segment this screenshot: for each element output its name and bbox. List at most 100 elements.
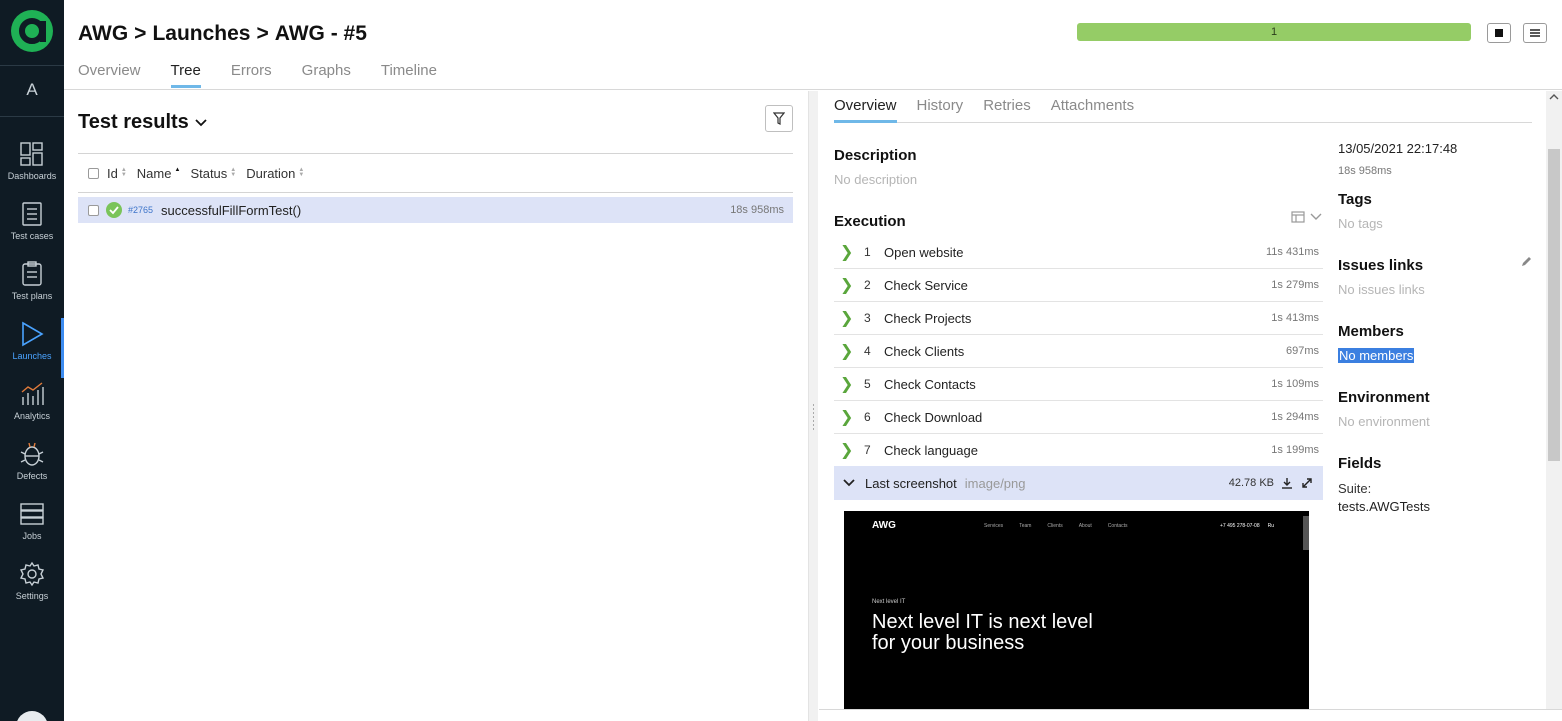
step-number: 1 (864, 245, 871, 259)
test-cases-icon (22, 202, 42, 226)
test-name[interactable]: successfulFillFormTest() (161, 203, 301, 218)
sidebar-item-test-plans[interactable]: Test plans (0, 260, 64, 320)
test-results-title[interactable]: Test results (78, 111, 207, 134)
suite-value: tests.AWGTests (1338, 499, 1430, 514)
row-checkbox[interactable] (88, 204, 99, 216)
screenshot-phone: +7 495 278-07-08 (1220, 523, 1260, 529)
execution-step[interactable]: ❯ 4 Check Clients 697ms (834, 335, 1323, 368)
panel-splitter[interactable] (808, 91, 818, 721)
sidebar-item-settings[interactable]: Settings (0, 560, 64, 620)
menu-icon (1530, 29, 1540, 37)
filter-icon (773, 112, 785, 125)
scroll-up-icon[interactable] (1549, 94, 1559, 100)
detail-tabs: Overview History Retries Attachments (834, 91, 1532, 123)
layout-toggle-icon[interactable] (1291, 211, 1305, 223)
jobs-icon (20, 503, 44, 525)
scrollbar-thumb[interactable] (1548, 149, 1560, 461)
tab-overview[interactable]: Overview (78, 62, 141, 88)
expand-icon[interactable] (1301, 477, 1313, 489)
breadcrumb-launches[interactable]: Launches (152, 22, 250, 46)
screenshot-kicker: Next level IT (872, 599, 906, 605)
table-row[interactable]: #2765 successfulFillFormTest() 18s 958ms (78, 197, 793, 223)
tab-retries[interactable]: Retries (983, 91, 1031, 123)
execution-step[interactable]: ❯ 1 Open website 11s 431ms (834, 236, 1323, 269)
sidebar-item-label: Dashboards (7, 171, 57, 181)
step-number: 4 (864, 344, 871, 358)
sidebar-item-label: Analytics (13, 411, 50, 421)
chevron-right-icon: ❯ (840, 376, 854, 393)
test-total-duration: 18s 958ms (1338, 165, 1392, 177)
screenshot-headline-line: Next level IT is next level (872, 611, 1093, 633)
sort-icon: ▲ ▼ (230, 167, 237, 178)
sidebar-item-jobs[interactable]: Jobs (0, 500, 64, 560)
step-name: Check Clients (884, 343, 965, 359)
execution-step[interactable]: ❯ 5 Check Contacts 1s 109ms (834, 368, 1323, 401)
launch-progress-bar: 1 (1077, 23, 1471, 41)
sidebar-item-label: Jobs (22, 531, 42, 541)
filter-button[interactable] (765, 105, 793, 132)
screenshot-preview[interactable]: AWG Services Team Clients About Contacts… (844, 511, 1309, 709)
execution-step[interactable]: ❯ 2 Check Service 1s 279ms (834, 269, 1323, 302)
column-name[interactable]: Name ▲ ▼ (137, 166, 181, 181)
step-duration: 1s 109ms (1271, 378, 1319, 390)
tab-tree[interactable]: Tree (170, 62, 201, 88)
execution-step[interactable]: ❯ 7 Check language 1s 199ms (834, 434, 1323, 467)
step-duration: 1s 199ms (1271, 444, 1319, 456)
suite-label: Suite: (1338, 481, 1372, 496)
sidebar-item-analytics[interactable]: Analytics (0, 380, 64, 440)
test-duration: 18s 958ms (730, 204, 784, 216)
tab-graphs[interactable]: Graphs (302, 62, 351, 88)
stop-button[interactable] (1487, 23, 1511, 43)
user-initial[interactable]: A (0, 80, 64, 100)
attachment-name: Last screenshot (865, 475, 957, 491)
members-title: Members (1338, 323, 1404, 340)
test-plans-icon (22, 261, 42, 286)
sidebar-item-launches[interactable]: Launches (0, 318, 64, 380)
tab-errors[interactable]: Errors (231, 62, 272, 88)
tab-timeline[interactable]: Timeline (381, 62, 437, 88)
bug-icon (20, 442, 44, 466)
column-id[interactable]: Id ▲ ▼ (107, 166, 127, 181)
tab-attachments[interactable]: Attachments (1051, 91, 1134, 123)
step-name: Open website (884, 244, 964, 260)
screenshot-headline-line: for your business (872, 632, 1025, 654)
column-status[interactable]: Status ▲ ▼ (190, 166, 236, 181)
column-duration[interactable]: Duration ▲ ▼ (246, 166, 304, 181)
avatar[interactable] (16, 711, 48, 721)
chevron-down-icon[interactable] (1310, 213, 1322, 221)
execution-step[interactable]: ❯ 3 Check Projects 1s 413ms (834, 302, 1323, 335)
step-number: 6 (864, 410, 871, 424)
test-id[interactable]: #2765 (128, 205, 153, 215)
step-name: Check Projects (884, 310, 972, 326)
results-table-header: Id ▲ ▼ Name ▲ ▼ Status ▲ ▼ Duration ▲ ▼ (78, 153, 793, 193)
screenshot-nav-item: Team (1019, 523, 1032, 529)
select-all-checkbox[interactable] (88, 167, 99, 179)
breadcrumb-project[interactable]: AWG (78, 22, 128, 46)
sort-icon: ▲ ▼ (120, 167, 127, 178)
screenshot-nav: Services Team Clients About Contacts (984, 523, 1128, 529)
launch-tabs: Overview Tree Errors Graphs Timeline (78, 62, 467, 88)
menu-button[interactable] (1523, 23, 1547, 43)
step-duration: 697ms (1285, 345, 1319, 357)
detail-scrollbar[interactable] (1546, 91, 1562, 709)
tab-overview[interactable]: Overview (834, 91, 897, 123)
tags-title: Tags (1338, 191, 1372, 208)
tab-history[interactable]: History (917, 91, 964, 123)
dashboards-icon (20, 142, 43, 166)
sidebar-item-dashboards[interactable]: Dashboards (0, 140, 64, 200)
allure-logo-icon[interactable] (10, 9, 54, 53)
launches-icon (22, 321, 44, 347)
screenshot-nav-item: Contacts (1107, 523, 1128, 529)
edit-pencil-icon[interactable] (1520, 256, 1532, 268)
breadcrumb-separator: > (134, 22, 147, 45)
description-value: No description (834, 172, 918, 187)
attachment-row[interactable]: Last screenshot image/png 42.78 KB (834, 466, 1323, 500)
execution-step[interactable]: ❯ 6 Check Download 1s 294ms (834, 401, 1323, 434)
tags-value: No tags (1338, 216, 1383, 231)
passed-status-icon (106, 202, 122, 218)
download-icon[interactable] (1281, 477, 1293, 489)
chevron-right-icon: ❯ (840, 310, 854, 327)
sidebar-item-defects[interactable]: Defects (0, 440, 64, 500)
column-label: Status (190, 165, 228, 181)
sidebar-item-test-cases[interactable]: Test cases (0, 200, 64, 260)
